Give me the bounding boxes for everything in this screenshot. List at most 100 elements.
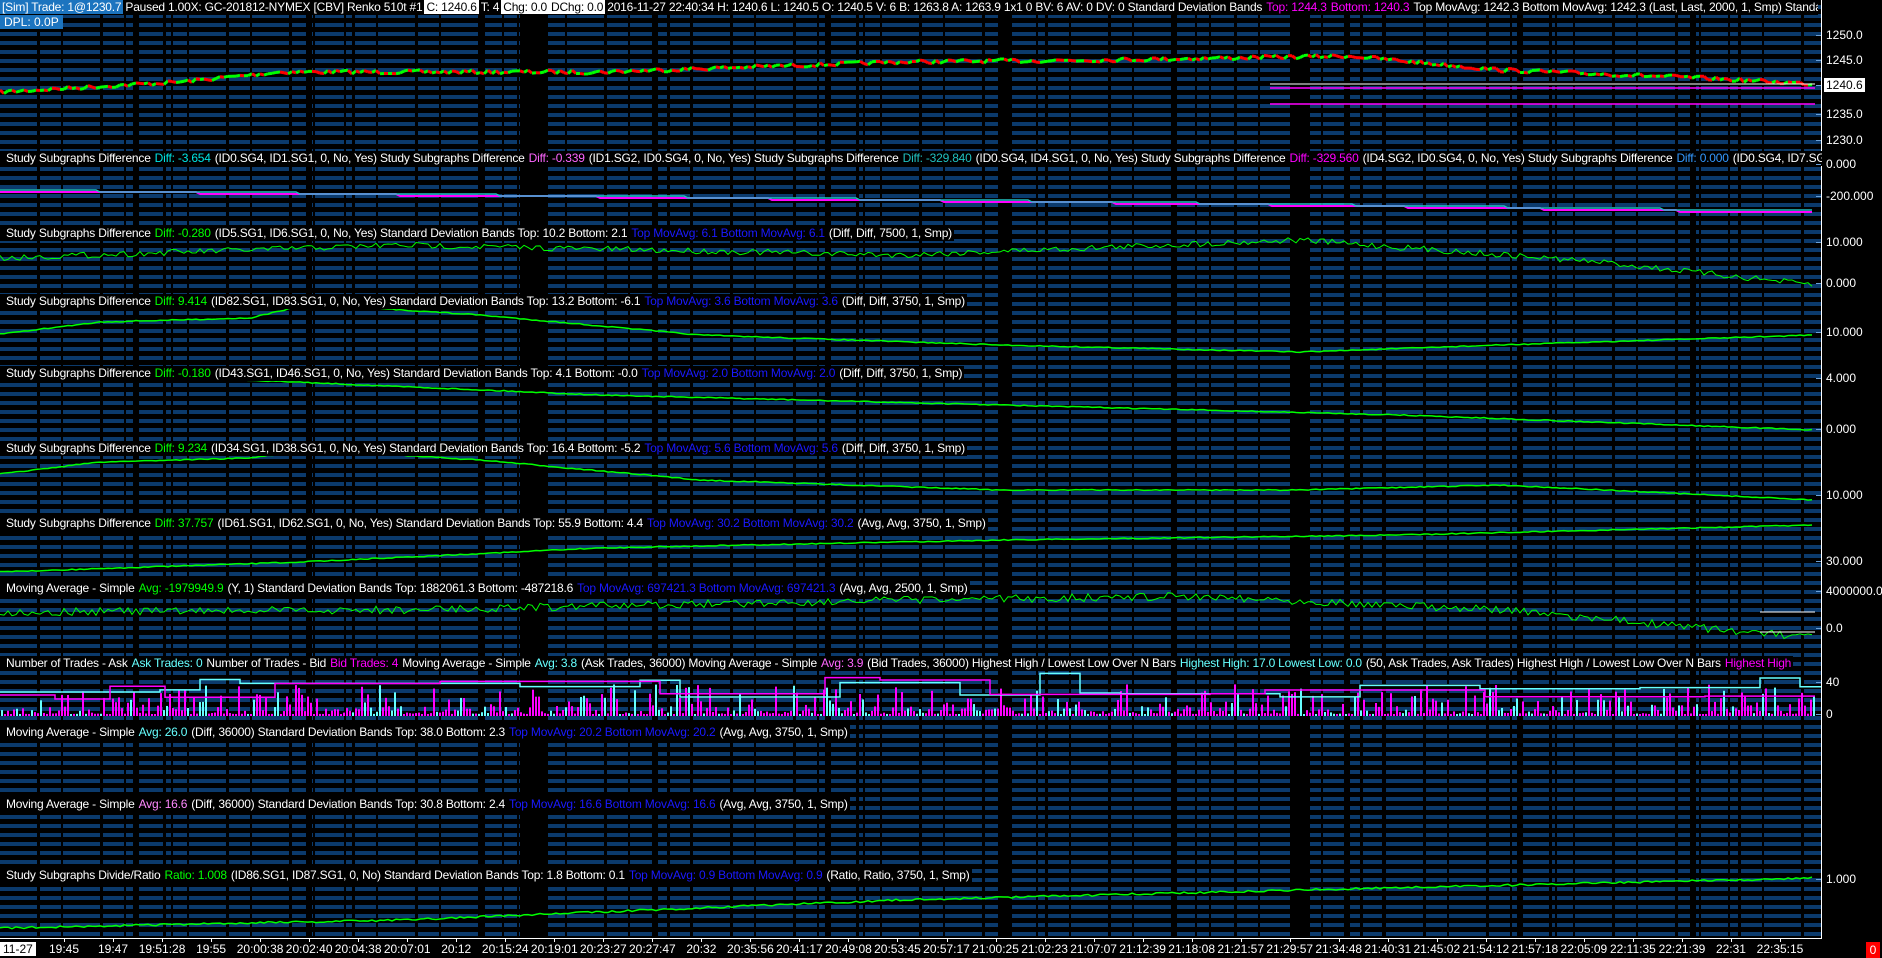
price-bar — [1187, 56, 1193, 62]
price-bar — [123, 83, 129, 88]
y-axis-tick — [1816, 164, 1821, 165]
header-text-segment: Avg: 16.6 — [138, 797, 188, 811]
price-bar — [963, 58, 969, 62]
price-bar — [1383, 56, 1389, 62]
price-bar — [1031, 59, 1037, 64]
price-bar — [395, 71, 401, 76]
alert-count-badge[interactable]: 0 — [1866, 942, 1880, 958]
ratio-line — [0, 876, 1813, 930]
header-text-segment: Study Subgraphs Divide/Ratio — [6, 868, 161, 882]
header-text-segment: Diff: 37.757 — [154, 516, 214, 530]
price-bar — [859, 60, 865, 65]
header-text-segment: (ID5.SG1, ID6.SG1, 0, No, Yes) Standard … — [214, 226, 628, 240]
price-bar — [163, 79, 169, 86]
price-bar — [967, 59, 973, 64]
price-bar — [427, 69, 433, 75]
price-bar — [1099, 58, 1105, 64]
y-axis-label: 1250.0 — [1826, 28, 1863, 42]
price-bar — [631, 68, 637, 73]
header-text-segment: (Diff, 36000) Standard Deviation Bands T… — [191, 797, 506, 811]
time-axis-label: 20:35:56 — [727, 942, 774, 956]
price-bar — [363, 69, 369, 74]
header-text-segment: Top MovAvg: 6.1 Bottom MovAvg: 6.1 — [631, 226, 825, 240]
price-bar — [247, 72, 253, 78]
price-bar — [1011, 57, 1017, 62]
price-bar — [1319, 55, 1325, 60]
header-text-segment: (50, Ask Trades, Ask Trades) Highest Hig… — [1365, 656, 1721, 670]
y-axis-tick — [1816, 495, 1821, 496]
price-bar — [43, 88, 49, 93]
y-axis-tick — [1816, 332, 1821, 333]
time-axis-label: 21:57:18 — [1511, 942, 1559, 956]
price-bar — [1258, 54, 1266, 61]
price-bar — [1147, 56, 1153, 62]
price-bar — [671, 68, 677, 73]
price-bar — [1327, 53, 1333, 59]
price-bar — [1659, 74, 1665, 79]
study-header-p9[interactable]: Number of Trades - Ask Ask Trades: 0 Numbe… — [0, 656, 1794, 671]
price-bar — [1503, 67, 1509, 74]
header-text-segment: (ID82.SG1, ID83.SG1, 0, No, Yes) Standar… — [210, 294, 641, 308]
price-bar — [1783, 80, 1789, 86]
time-axis-label: 21:12:39 — [1119, 942, 1166, 956]
diff-line — [0, 237, 1813, 287]
diff-line-magenta — [0, 191, 1812, 213]
header-text-segment: Diff: 0.000 — [1676, 151, 1729, 165]
price-bar — [1543, 70, 1549, 74]
y-axis-tick — [1816, 60, 1821, 61]
y-axis-label: 10.000 — [1826, 235, 1863, 249]
diff-line — [0, 303, 1813, 354]
price-bar — [1647, 74, 1653, 78]
header-text-segment: [Sim] Trade: 1@1230.7 — [0, 0, 124, 14]
study-header-p11[interactable]: Moving Average - Simple Avg: 16.6 (Diff, 3… — [0, 797, 850, 812]
price-bar — [407, 68, 413, 73]
header-text-segment: 2016-11-27 22:40:34 H: 1240.6 L: 1240.5 … — [607, 0, 1263, 14]
price-bar — [1427, 61, 1433, 67]
price-bar — [1095, 59, 1101, 64]
chart-header-bar: [Sim] Trade: 1@1230.7 Paused 1.00X: GC-20… — [0, 0, 1818, 15]
header-text-segment: (Y, 1) Standard Deviation Bands Top: 188… — [227, 581, 574, 595]
price-bar — [1743, 78, 1749, 84]
price-bar — [83, 84, 89, 90]
study-header-p5[interactable]: Study Subgraphs Difference Diff: -0.180 (I… — [0, 366, 965, 381]
header-text-segment: Top MovAvg: 2.0 Bottom MovAvg: 2.0 — [641, 366, 836, 380]
study-header-p12[interactable]: Study Subgraphs Divide/Ratio Ratio: 1.008… — [0, 868, 972, 883]
y-axis-tick — [1816, 591, 1821, 592]
price-bar — [579, 71, 585, 76]
study-header-p10[interactable]: Moving Average - Simple Avg: 26.0 (Diff, 3… — [0, 725, 850, 740]
price-bar — [1295, 56, 1301, 61]
price-bar — [31, 88, 37, 93]
study-header-p2[interactable]: Study Subgraphs Difference Diff: -3.654 (I… — [0, 151, 1822, 166]
header-text-segment: Diff: -0.180 — [154, 366, 211, 380]
price-bar — [1447, 64, 1453, 69]
price-bar — [887, 59, 893, 64]
price-bar — [1763, 78, 1769, 84]
header-text-segment: (Avg, Avg, 2500, 1, Smp) — [839, 581, 968, 595]
price-bar — [1247, 54, 1253, 61]
study-header-p3[interactable]: Study Subgraphs Difference Diff: -0.280 (I… — [0, 226, 954, 241]
header-text-segment: Diff: 9.234 — [154, 441, 207, 455]
header-text-segment: (Diff, Diff, 3750, 1, Smp) — [841, 294, 965, 308]
price-bar — [899, 60, 905, 65]
study-header-p7[interactable]: Study Subgraphs Difference Diff: 37.757 (I… — [0, 516, 988, 531]
study-header-p8[interactable]: Moving Average - Simple Avg: -1979949.9 (Y… — [0, 581, 970, 596]
price-bar — [907, 60, 913, 65]
diff-line — [0, 449, 1813, 501]
study-header-p4[interactable]: Study Subgraphs Difference Diff: 9.414 (ID… — [0, 294, 967, 309]
time-axis-label: 20:27:47 — [628, 942, 676, 956]
header-text-segment: T: 4 — [480, 0, 500, 14]
price-bar — [651, 67, 657, 72]
price-bar — [11, 88, 17, 94]
price-bar — [771, 63, 777, 69]
study-header-p6[interactable]: Study Subgraphs Difference Diff: 9.234 (ID… — [0, 441, 967, 456]
price-bar — [1007, 57, 1013, 62]
time-axis[interactable]: 11-27 19:45 19:47 19:51:28 19:55 20:00:38 20:0… — [0, 938, 1822, 958]
price-bar — [331, 69, 337, 75]
price-bar — [1751, 79, 1757, 83]
header-text-segment: (ID0.SG4, ID7.SG1, 0, No, Yes) — [1732, 151, 1822, 165]
price-bar — [499, 70, 505, 76]
header-text-segment: Chg: 0.0 — [501, 0, 549, 14]
header-text-segment: Ratio: 1.008 — [164, 868, 228, 882]
price-bar — [767, 63, 773, 69]
price-bar — [399, 69, 405, 75]
